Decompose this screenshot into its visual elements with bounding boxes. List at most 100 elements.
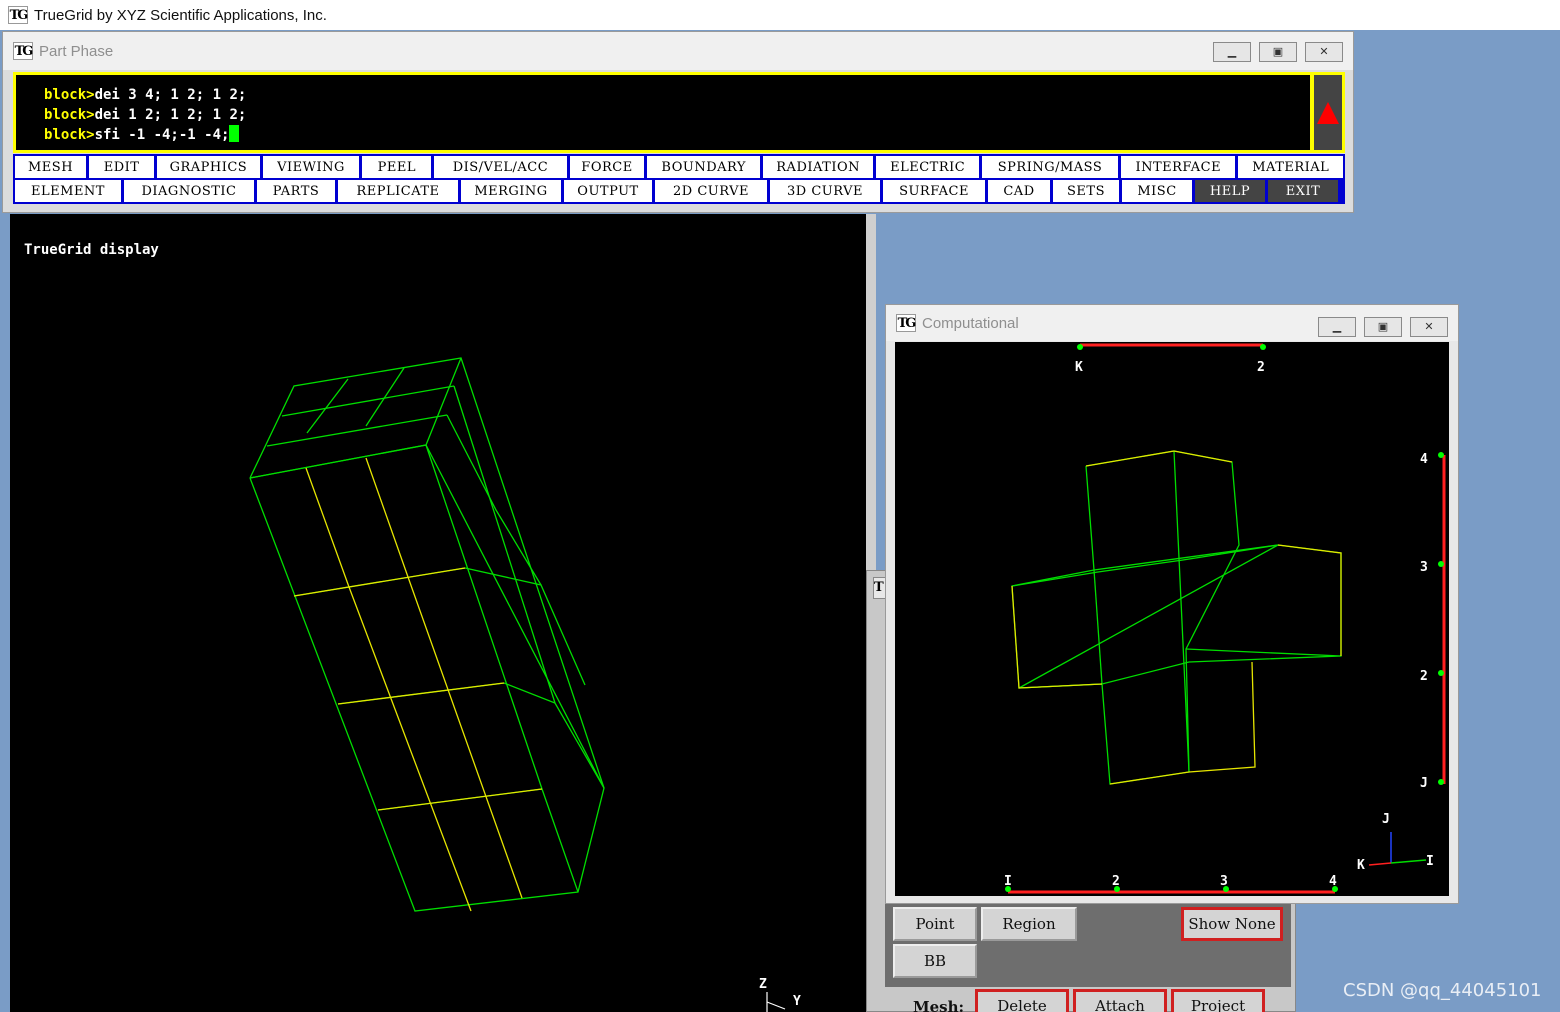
mesh-edge xyxy=(453,385,556,704)
menu-element-button[interactable]: ELEMENT xyxy=(15,180,121,202)
minimize-button[interactable]: ▁ xyxy=(1318,317,1356,337)
menu-exit-button[interactable]: EXIT xyxy=(1268,180,1338,202)
command-prompt: block> xyxy=(44,87,95,103)
project-button[interactable]: Project xyxy=(1171,989,1265,1012)
app-title-bar: TG TrueGrid by XYZ Scientific Applicatio… xyxy=(0,0,1560,30)
command-prompt: block> xyxy=(44,127,95,143)
menu-electric-button[interactable]: ELECTRIC xyxy=(876,156,979,178)
truegrid-display[interactable]: TrueGrid display Z Y xyxy=(10,214,866,1012)
menu-edit-button[interactable]: EDIT xyxy=(89,156,155,178)
triad-i-label: I xyxy=(1426,854,1434,869)
point-button[interactable]: Point xyxy=(893,907,977,941)
mesh-edge xyxy=(1085,450,1233,467)
mesh-label: Mesh: xyxy=(913,998,965,1012)
menu-cad-button[interactable]: CAD xyxy=(988,180,1050,202)
j-index-label: 2 xyxy=(1420,669,1428,684)
command-prompt: block> xyxy=(44,107,95,123)
command-console[interactable]: block>dei 3 4; 1 2; 1 2; block>dei 1 2; … xyxy=(13,72,1313,153)
mesh-edge xyxy=(293,567,466,597)
close-button[interactable]: ✕ xyxy=(1410,317,1448,337)
menu-row-2: ELEMENT DIAGNOSTIC PARTS REPLICATE MERGING OU… xyxy=(15,180,1343,202)
computational-view xyxy=(1005,343,1446,894)
j-index-label: J xyxy=(1420,776,1428,791)
mesh-edge xyxy=(377,788,543,811)
mesh-edge xyxy=(266,414,448,447)
j-index-label: 4 xyxy=(1420,452,1428,467)
triad-j-label: J xyxy=(1382,812,1390,827)
command-text: dei 3 4; 1 2; 1 2; xyxy=(94,87,247,103)
menu-dis-vel-acc-button[interactable]: DIS/VEL/ACC xyxy=(434,156,567,178)
menu-graphics-button[interactable]: GRAPHICS xyxy=(157,156,260,178)
mesh-edge xyxy=(365,367,405,427)
menu-interface-button[interactable]: INTERFACE xyxy=(1121,156,1236,178)
part-phase-title: Part Phase xyxy=(39,42,114,60)
menu-replicate-button[interactable]: REPLICATE xyxy=(338,180,458,202)
delete-button[interactable]: Delete xyxy=(975,989,1069,1012)
menu-mesh-button[interactable]: MESH xyxy=(15,156,87,178)
main-menu: MESH EDIT GRAPHICS VIEWING PEEL DIS/VEL/ACC FO… xyxy=(13,154,1345,204)
axis-z-label: Z xyxy=(759,977,767,992)
mesh-edge xyxy=(1277,544,1342,656)
command-input-text[interactable]: sfi -1 -4;-1 -4; xyxy=(95,127,230,143)
truegrid-logo-icon: TG xyxy=(8,6,28,24)
menu-material-button[interactable]: MATERIAL xyxy=(1238,156,1344,178)
maximize-button[interactable]: ▣ xyxy=(1259,42,1297,62)
part-phase-window: TG Part Phase ▁ ▣ ✕ block>dei 3 4; 1 2; … xyxy=(2,31,1354,213)
axis-triad xyxy=(766,992,786,1012)
i-index-label: I xyxy=(1004,874,1012,889)
menu-3d-curve-button[interactable]: 3D CURVE xyxy=(770,180,880,202)
watermark: CSDN @qq_44045101 xyxy=(1343,980,1542,1001)
menu-viewing-button[interactable]: VIEWING xyxy=(262,156,360,178)
menu-parts-button[interactable]: PARTS xyxy=(257,180,335,202)
mesh-edge xyxy=(1011,450,1240,785)
mesh-view xyxy=(249,357,786,1012)
part-phase-titlebar[interactable]: TG Part Phase ▁ ▣ ✕ xyxy=(3,32,1353,70)
minimize-button[interactable]: ▁ xyxy=(1213,42,1251,62)
menu-spring-mass-button[interactable]: SPRING/MASS xyxy=(981,156,1119,178)
mesh-edge xyxy=(1018,544,1279,689)
bb-button[interactable]: BB xyxy=(893,944,977,978)
computational-window: TG Computational ▁ ▣ ✕ K 2 4 3 2 J I 2 3… xyxy=(885,304,1459,904)
maximize-button[interactable]: ▣ xyxy=(1364,317,1402,337)
mesh-edge xyxy=(464,567,586,686)
computational-titlebar[interactable]: TG Computational ▁ ▣ ✕ xyxy=(886,305,1458,341)
truegrid-logo-icon: TG xyxy=(13,42,33,60)
menu-output-button[interactable]: OUTPUT xyxy=(564,180,652,202)
menu-merging-button[interactable]: MERGING xyxy=(461,180,561,202)
mesh-edge xyxy=(1011,544,1279,587)
close-button[interactable]: ✕ xyxy=(1305,42,1343,62)
mesh-edge xyxy=(281,385,455,417)
k-index-label: 2 xyxy=(1257,360,1265,375)
attach-button[interactable]: Attach xyxy=(1073,989,1167,1012)
menu-help-button[interactable]: HELP xyxy=(1195,180,1265,202)
menu-surface-button[interactable]: SURFACE xyxy=(883,180,985,202)
computational-canvas[interactable]: K 2 4 3 2 J I 2 3 4 J K I xyxy=(895,342,1449,896)
mesh-edge xyxy=(1093,544,1342,657)
menu-force-button[interactable]: FORCE xyxy=(569,156,645,178)
scroll-up-button[interactable] xyxy=(1311,72,1345,153)
i-index-label: 2 xyxy=(1112,874,1120,889)
show-none-button[interactable]: Show None xyxy=(1181,907,1283,941)
text-cursor xyxy=(229,125,240,142)
command-line: block>sfi -1 -4;-1 -4; xyxy=(44,125,1310,145)
menu-boundary-button[interactable]: BOUNDARY xyxy=(647,156,760,178)
menu-radiation-button[interactable]: RADIATION xyxy=(762,156,874,178)
mesh-edge xyxy=(1109,661,1256,785)
menu-sets-button[interactable]: SETS xyxy=(1053,180,1119,202)
mesh-edge xyxy=(425,444,579,893)
triad-k-label: K xyxy=(1357,858,1365,873)
menu-peel-button[interactable]: PEEL xyxy=(362,156,432,178)
menu-2d-curve-button[interactable]: 2D CURVE xyxy=(655,180,767,202)
mesh-edge xyxy=(1011,585,1103,689)
mesh-edge xyxy=(446,414,542,586)
app-title: TrueGrid by XYZ Scientific Applications,… xyxy=(34,6,327,24)
region-button[interactable]: Region xyxy=(981,907,1077,941)
up-arrow-icon xyxy=(1317,101,1339,124)
mesh-edge xyxy=(249,444,427,479)
command-line: block>dei 1 2; 1 2; 1 2; xyxy=(44,105,1310,125)
display-label: TrueGrid display xyxy=(24,242,159,258)
mesh-edge xyxy=(1173,450,1190,773)
menu-misc-button[interactable]: MISC xyxy=(1122,180,1192,202)
command-line: block>dei 3 4; 1 2; 1 2; xyxy=(44,85,1310,105)
menu-diagnostic-button[interactable]: DIAGNOSTIC xyxy=(124,180,254,202)
